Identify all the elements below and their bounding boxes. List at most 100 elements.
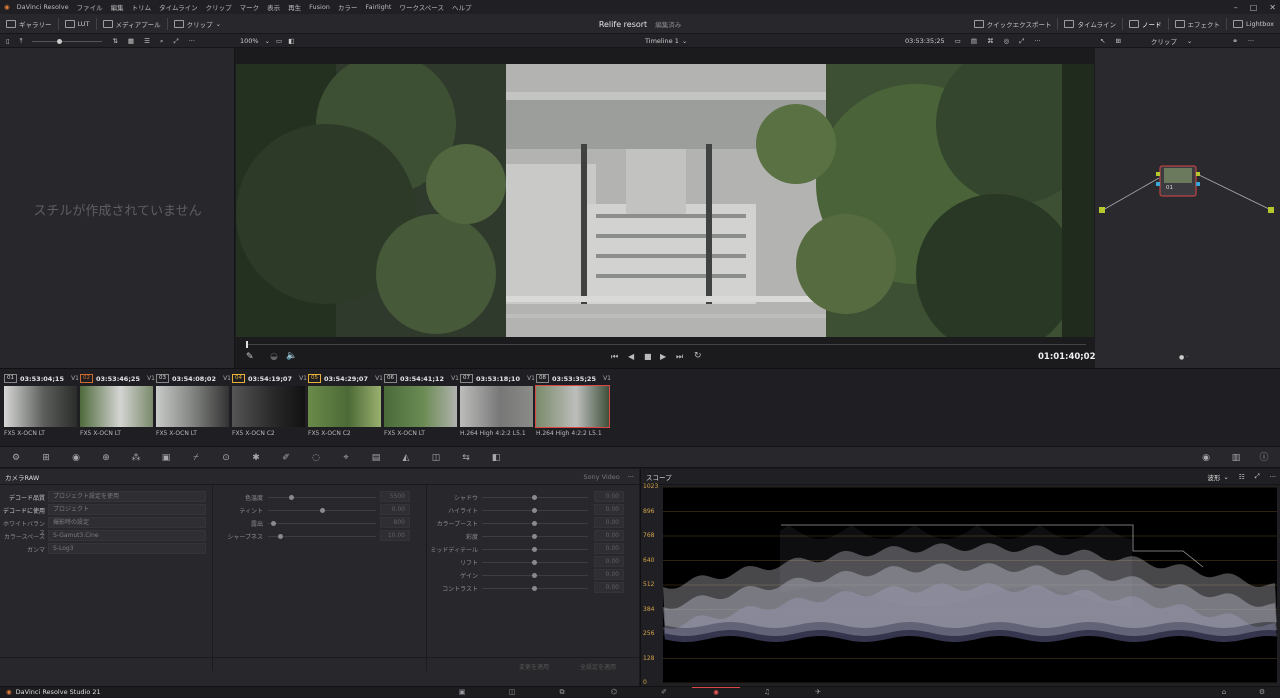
3d-icon[interactable]: ◧	[490, 452, 502, 464]
clip-thumbnail[interactable]: 05 03:54:29;07 V1 FX5 X-OCN C2	[308, 373, 383, 441]
slider-knob[interactable]	[532, 560, 537, 565]
clip-thumbnail[interactable]: 04 03:54:19;07 V1 FX5 X-OCN C2	[232, 373, 307, 441]
maximize-button[interactable]: □	[1250, 3, 1258, 12]
color-picker-icon[interactable]: ◎	[1003, 37, 1009, 45]
highlight-icon[interactable]: ⌘	[987, 37, 994, 45]
grid-view-icon[interactable]: ▦	[128, 37, 134, 45]
menu-item-clip[interactable]: クリップ	[205, 2, 233, 12]
raw-slider[interactable]	[482, 521, 588, 526]
raw-slider[interactable]	[482, 586, 588, 591]
scope-settings-icon[interactable]: ☷	[1239, 473, 1245, 481]
raw-value-field[interactable]: 0.00	[380, 504, 410, 515]
raw-value-field[interactable]: 800	[380, 517, 410, 528]
zoom-select[interactable]: 100%	[240, 37, 259, 45]
lut-button[interactable]: LUT	[59, 14, 96, 34]
slider-knob[interactable]	[532, 508, 537, 513]
more-options-icon[interactable]: ···	[1248, 37, 1254, 45]
blur-icon[interactable]: ◭	[400, 452, 412, 464]
pick-tool-icon[interactable]: ✎	[246, 352, 254, 362]
play-reverse-icon[interactable]: ◀	[628, 352, 634, 361]
clip-thumbnail[interactable]: 01 03:53:04;15 V1 FX5 X-OCN LT	[4, 373, 79, 441]
key-icon[interactable]: ◫	[430, 452, 442, 464]
slider-knob[interactable]	[532, 547, 537, 552]
slider-knob[interactable]	[532, 495, 537, 500]
sort-icon[interactable]: ⇅	[112, 37, 117, 45]
raw-value-field[interactable]: 0.00	[594, 569, 624, 580]
pointer-icon[interactable]: ↖	[1100, 37, 1105, 45]
play-icon[interactable]: ▶	[660, 352, 666, 361]
slider-knob[interactable]	[532, 521, 537, 526]
more-options-icon[interactable]: ···	[628, 473, 634, 481]
menu-item-workspace[interactable]: ワークスペース	[398, 2, 445, 12]
menu-item-mark[interactable]: マーク	[239, 2, 261, 12]
qualifier-tool-icon[interactable]: ✱	[250, 452, 262, 464]
magic-mask-icon[interactable]: ▤	[370, 452, 382, 464]
menu-item-fairlight[interactable]: Fairlight	[364, 3, 392, 11]
list-view-icon[interactable]: ☰	[144, 37, 150, 45]
quick-export-button[interactable]: クイックエクスポート	[968, 14, 1058, 34]
more-options-icon[interactable]: ···	[189, 37, 195, 45]
color-warper-icon[interactable]: ⊙	[220, 452, 232, 464]
volume-icon[interactable]: 🔈	[286, 351, 297, 361]
search-icon[interactable]: ⌕	[160, 37, 164, 46]
menu-item-trim[interactable]: トリム	[131, 2, 153, 12]
more-options-icon[interactable]: ···	[1270, 473, 1276, 481]
apply-all-button[interactable]: 全設定を適用	[566, 662, 630, 674]
slider-knob[interactable]	[278, 534, 284, 539]
stop-icon[interactable]: ■	[644, 352, 652, 361]
input-node-icon[interactable]	[1099, 207, 1105, 213]
primaries-icon[interactable]: ◉	[70, 452, 82, 464]
clip-mode-select[interactable]: クリップ	[1151, 36, 1177, 46]
raw-value-field[interactable]: 0.00	[594, 556, 624, 567]
raw-slider[interactable]	[482, 508, 588, 513]
raw-field-dropdown[interactable]: S-Gamut3.Cine	[48, 530, 206, 541]
raw-slider[interactable]	[482, 573, 588, 578]
info-icon[interactable]: ⓘ	[1258, 452, 1270, 464]
viewer-mode-icon[interactable]: ▭	[955, 37, 961, 45]
lightbox-button[interactable]: Lightbox	[1227, 14, 1280, 34]
upload-icon[interactable]: ⤒	[20, 37, 23, 46]
timeline-selector[interactable]: Timeline 1 ⌄	[645, 34, 687, 48]
gallery-button[interactable]: ギャラリー	[0, 14, 58, 34]
raw-value-field[interactable]: 0.00	[594, 543, 624, 554]
clip-thumbnail[interactable]: 03 03:54:08;02 V1 FX5 X-OCN LT	[156, 373, 231, 441]
sidebar-toggle-icon[interactable]: ▯	[6, 37, 10, 45]
menu-item-fusion[interactable]: Fusion	[308, 3, 331, 11]
clip-thumbnail[interactable]: 06 03:54:41;12 V1 FX5 X-OCN LT	[384, 373, 459, 441]
raw-slider[interactable]	[482, 534, 588, 539]
raw-slider[interactable]	[268, 508, 376, 513]
effects-button[interactable]: エフェクト	[1169, 14, 1227, 34]
timeline-button[interactable]: タイムライン	[1058, 14, 1122, 34]
scope-mode-select[interactable]: 波形	[1207, 472, 1220, 482]
clips-button[interactable]: クリップ ⌄	[168, 14, 227, 34]
scope-toggle-icon[interactable]: ▥	[1230, 452, 1242, 464]
raw-value-field[interactable]: 0.00	[594, 504, 624, 515]
split-view-icon[interactable]: ▭	[276, 37, 282, 45]
raw-value-field[interactable]: 0.00	[594, 530, 624, 541]
raw-value-field[interactable]: 0.00	[594, 582, 624, 593]
minimize-button[interactable]: –	[1234, 3, 1238, 12]
loop-icon[interactable]: ↻	[694, 351, 702, 361]
raw-slider[interactable]	[482, 495, 588, 500]
camera-raw-icon[interactable]: ⚙	[10, 452, 22, 464]
menu-item-color[interactable]: カラー	[337, 2, 359, 12]
raw-slider[interactable]	[482, 560, 588, 565]
go-to-last-icon[interactable]: ⏭	[676, 352, 683, 362]
apply-changes-button[interactable]: 変更を適用	[508, 662, 560, 674]
playhead[interactable]	[246, 341, 248, 348]
clip-thumbnail[interactable]: 07 03:53:18;10 V1 H.264 High 4:2:2 L5.1	[460, 373, 535, 441]
raw-value-field[interactable]: 5500	[380, 491, 410, 502]
rgb-mixer-icon[interactable]: ⁂	[130, 452, 142, 464]
close-button[interactable]: ✕	[1269, 3, 1276, 12]
motion-effects-icon[interactable]: ▣	[160, 452, 172, 464]
hdr-icon[interactable]: ⊕	[100, 452, 112, 464]
slider-knob[interactable]	[532, 586, 537, 591]
wipe-icon[interactable]: ◧	[288, 37, 294, 45]
menu-item-timeline[interactable]: タイムライン	[158, 2, 199, 12]
qualifier-icon[interactable]: ◒	[270, 352, 278, 362]
go-to-first-icon[interactable]: ⏮	[611, 352, 618, 362]
raw-value-field[interactable]: 0.00	[594, 517, 624, 528]
raw-field-dropdown[interactable]: プロジェクト	[48, 504, 206, 515]
media-pool-button[interactable]: メディアプール	[97, 14, 167, 34]
raw-value-field[interactable]: 0.00	[594, 491, 624, 502]
